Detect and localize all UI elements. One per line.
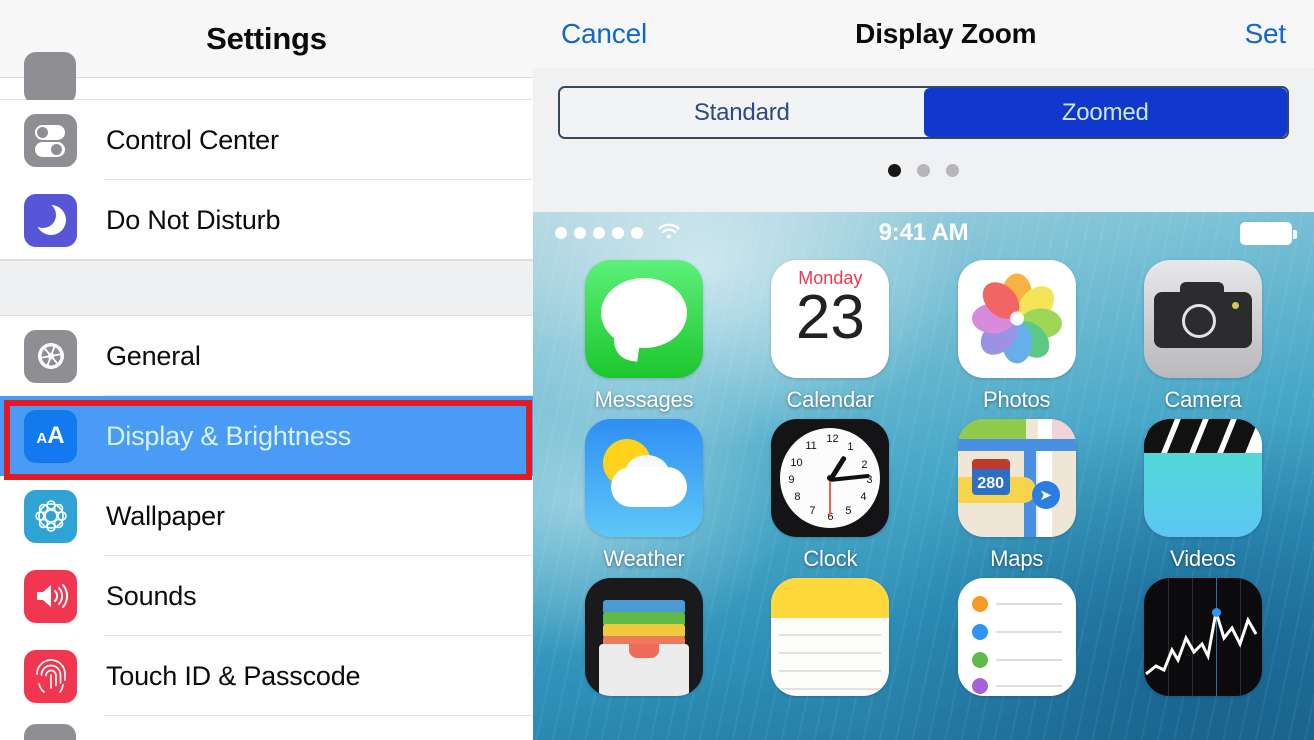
notifications-icon (24, 52, 76, 104)
app-row: Messages Monday 23 Calendar Photos Camer… (563, 260, 1284, 413)
sidebar-item-label: Touch ID & Passcode (106, 660, 361, 691)
app-label: Calendar (786, 387, 875, 412)
display-zoom-header: Cancel Display Zoom Set (533, 0, 1314, 68)
page-dot-3[interactable] (946, 164, 959, 177)
app-icon-calendar[interactable]: Monday 23 Calendar (749, 260, 911, 413)
settings-sidebar: Settings Control Center Do Not Disturb G… (0, 0, 533, 740)
settings-header: Settings (0, 0, 533, 78)
do-not-disturb-icon (24, 193, 77, 247)
clock-icon: 12 1 2 3 4 5 6 7 8 9 10 11 (771, 419, 890, 537)
camera-icon (1143, 260, 1262, 378)
control-center-icon (24, 113, 77, 167)
display-zoom-segmented-control[interactable]: Standard Zoomed (558, 86, 1289, 139)
segment-standard[interactable]: Standard (560, 88, 924, 137)
speaker-icon (24, 569, 77, 623)
app-label: Videos (1170, 546, 1236, 571)
app-grid: Messages Monday 23 Calendar Photos Camer… (533, 254, 1314, 696)
app-icon-reminders[interactable] (936, 578, 1098, 696)
status-bar: 9:41 AM (533, 212, 1314, 254)
sidebar-item-do-not-disturb[interactable]: Do Not Disturb (0, 180, 533, 260)
sidebar-item-wallpaper[interactable]: Wallpaper (0, 476, 533, 556)
app-icon-stocks[interactable] (1122, 578, 1284, 696)
sidebar-group-separator (0, 260, 533, 316)
battery-icon (1240, 221, 1297, 245)
sidebar-item-general[interactable]: General (0, 316, 533, 396)
sidebar-item-label: Control Center (106, 124, 279, 155)
app-icon-weather[interactable]: Weather (563, 419, 725, 572)
messages-icon (585, 260, 703, 378)
screenshot-root: Settings Control Center Do Not Disturb G… (0, 0, 1314, 740)
app-label: Maps (990, 546, 1044, 571)
app-icon-notes[interactable] (749, 578, 911, 696)
navigation-arrow-icon: ➤ (1031, 481, 1060, 509)
gear-icon (24, 329, 77, 383)
sidebar-item-partial-top[interactable] (0, 52, 533, 104)
set-button[interactable]: Set (1245, 18, 1287, 50)
sidebar-item-sounds[interactable]: Sounds (0, 556, 533, 636)
sidebar-item-touch-id-passcode[interactable]: Touch ID & Passcode (0, 636, 533, 716)
sidebar-item-control-center[interactable]: Control Center (0, 100, 533, 180)
cancel-button[interactable]: Cancel (561, 18, 647, 50)
sidebar-item-label: Do Not Disturb (106, 204, 281, 235)
app-label: Camera (1164, 387, 1242, 412)
page-dot-2[interactable] (917, 164, 930, 177)
app-row (563, 578, 1284, 696)
sidebar-item-label: Wallpaper (106, 500, 225, 531)
display-zoom-panel: Cancel Display Zoom Set Standard Zoomed (533, 0, 1314, 740)
fingerprint-icon (24, 649, 77, 703)
wallpaper-icon (24, 489, 77, 543)
maps-icon: 280 ➤ (957, 419, 1076, 537)
reminders-icon (957, 578, 1076, 696)
app-icon-camera[interactable]: Camera (1122, 260, 1284, 413)
app-icon-videos[interactable]: Videos (1122, 419, 1284, 572)
sidebar-item-label: Display & Brightness (106, 420, 352, 451)
display-brightness-icon: AA (24, 409, 77, 463)
display-zoom-title: Display Zoom (855, 18, 1037, 49)
stocks-icon (1143, 578, 1262, 696)
segmented-control-area: Standard Zoomed (533, 68, 1314, 177)
page-dot-1[interactable] (888, 164, 901, 177)
page-title: Settings (206, 20, 327, 56)
app-row: Weather 12 1 2 3 4 5 6 7 8 9 10 11 Clock… (563, 419, 1284, 572)
calendar-date: 23 (795, 283, 865, 352)
app-icon-clock[interactable]: 12 1 2 3 4 5 6 7 8 9 10 11 Clock (749, 419, 911, 572)
home-screen-preview: 9:41 AM Messages Monday 23 Calendar Phot… (533, 212, 1314, 740)
videos-icon (1143, 419, 1262, 537)
status-bar-time: 9:41 AM (878, 219, 969, 246)
app-icon-messages[interactable]: Messages (563, 260, 725, 413)
app-icon-wallet[interactable] (563, 578, 725, 696)
sidebar-item-label: General (106, 340, 201, 371)
page-dots (533, 164, 1314, 177)
app-icon-photos[interactable]: Photos (936, 260, 1098, 413)
weather-icon (585, 419, 703, 537)
photos-icon (957, 260, 1076, 378)
calendar-icon: Monday 23 (771, 260, 890, 378)
notes-icon (771, 578, 890, 696)
sidebar-item-display-brightness[interactable]: AA Display & Brightness (0, 396, 533, 476)
segment-zoomed[interactable]: Zoomed (923, 88, 1287, 137)
app-icon-maps[interactable]: 280 ➤ Maps (936, 419, 1098, 572)
battery-settings-icon (24, 724, 76, 740)
wallet-icon (585, 578, 703, 696)
app-label: Messages (594, 387, 694, 412)
app-label: Photos (983, 387, 1051, 412)
app-label: Weather (603, 546, 685, 571)
sidebar-item-partial-bottom[interactable] (0, 716, 533, 740)
sidebar-item-label: Sounds (106, 580, 197, 611)
app-label: Clock (803, 546, 858, 571)
